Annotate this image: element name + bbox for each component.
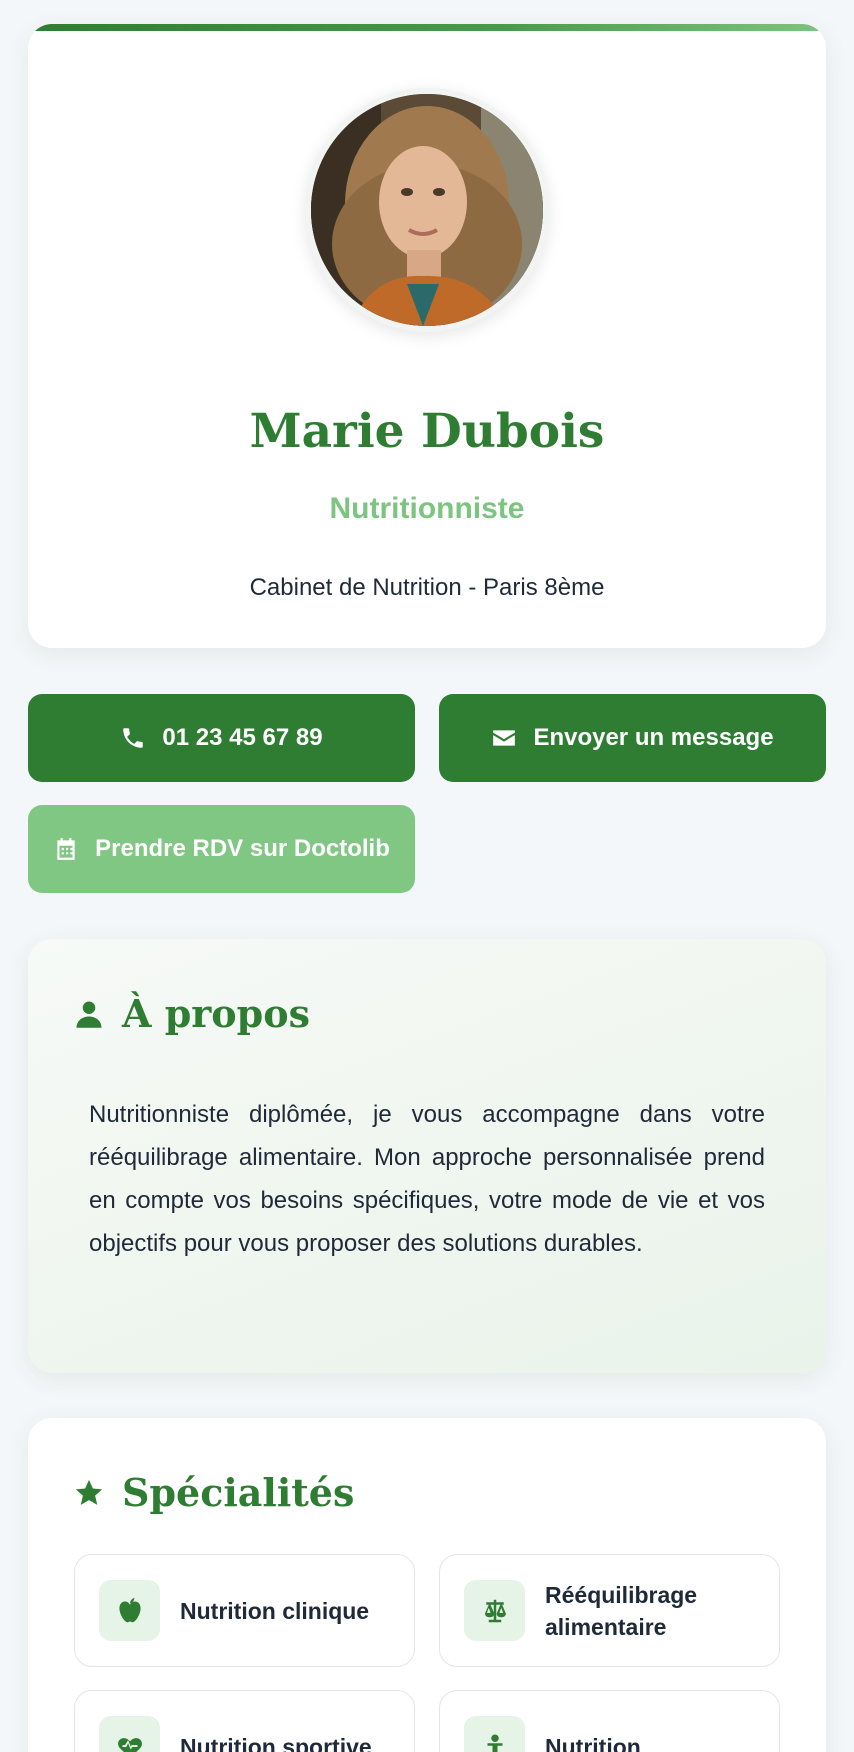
call-button-label: 01 23 45 67 89 — [162, 724, 323, 751]
specialty-label: Nutrition sportive — [180, 1733, 372, 1752]
avatar-portrait-image — [311, 94, 543, 326]
specialty-icon-box — [464, 1716, 525, 1752]
call-button[interactable]: 01 23 45 67 89 — [28, 694, 415, 782]
envelope-icon — [491, 725, 517, 751]
send-message-button[interactable]: Envoyer un message — [439, 694, 826, 782]
specialty-item: Nutrition sportive — [74, 1690, 415, 1752]
specialty-item: Nutrition — [439, 1690, 780, 1752]
about-heading-text: À propos — [122, 991, 310, 1036]
specialty-item: Rééquilibrage alimentaire — [439, 1554, 780, 1667]
profile-card: Marie Dubois Nutritionniste Cabinet de N… — [28, 24, 826, 648]
accent-bar — [28, 24, 826, 31]
about-text: Nutritionniste diplômée, je vous accompa… — [89, 1101, 765, 1257]
send-message-button-label: Envoyer un message — [533, 724, 774, 751]
profile-cabinet: Cabinet de Nutrition - Paris 8ème — [249, 574, 605, 601]
profile-name: Marie Dubois — [249, 404, 605, 459]
specialty-label: Nutrition clinique — [180, 1597, 370, 1624]
person-icon — [487, 1734, 502, 1752]
profile-title: Nutritionniste — [329, 492, 525, 525]
calendar-icon — [53, 836, 79, 862]
scale-balance-icon — [484, 1599, 506, 1622]
specialties-heading-text: Spécialités — [122, 1470, 355, 1515]
heart-pulse-icon — [117, 1737, 142, 1752]
avatar-frame — [305, 88, 549, 332]
specialties-heading: Spécialités — [74, 1470, 354, 1515]
specialty-label: Nutrition — [545, 1733, 641, 1752]
specialty-icon-box — [464, 1580, 525, 1641]
specialty-item: Nutrition clinique — [74, 1554, 415, 1667]
specialties-section: Spécialités Nutrition clinique Rééquilib… — [28, 1418, 826, 1752]
avatar — [311, 94, 543, 326]
about-section: À propos Nutritionniste diplômée, je vou… — [28, 939, 826, 1373]
apple-icon — [118, 1597, 141, 1622]
book-appointment-button-label: Prendre RDV sur Doctolib — [95, 835, 390, 862]
star-icon — [74, 1478, 104, 1508]
about-heading: À propos — [74, 991, 310, 1036]
book-appointment-button[interactable]: Prendre RDV sur Doctolib — [28, 805, 415, 893]
user-icon — [74, 999, 104, 1029]
phone-icon — [120, 725, 146, 751]
specialty-label: Rééquilibrage alimentaire — [545, 1581, 698, 1640]
specialty-icon-box — [99, 1580, 160, 1641]
specialty-icon-box — [99, 1716, 160, 1752]
